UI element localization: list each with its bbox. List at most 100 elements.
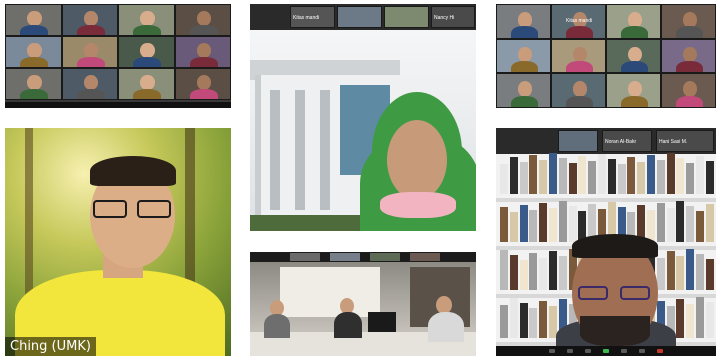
book — [529, 155, 538, 194]
book — [598, 154, 606, 194]
laptop — [368, 312, 396, 332]
video-tile[interactable] — [606, 4, 661, 39]
book — [705, 204, 714, 242]
participant-body — [675, 61, 704, 73]
book — [676, 299, 685, 338]
participant-face — [196, 75, 212, 90]
share-screen-icon[interactable] — [603, 349, 609, 353]
video-tile[interactable] — [61, 4, 118, 36]
book — [539, 203, 548, 242]
video-tile[interactable] — [496, 4, 551, 39]
video-tile[interactable]: Nancy Hi — [431, 6, 475, 28]
book — [519, 303, 528, 338]
thumbnail-strip — [250, 252, 476, 262]
person-2-body — [334, 312, 362, 338]
video-tile[interactable] — [384, 6, 429, 28]
video-tile[interactable] — [174, 4, 231, 36]
book — [500, 305, 508, 338]
video-tile[interactable] — [551, 73, 606, 108]
book — [500, 250, 508, 290]
participant-body — [510, 95, 539, 107]
participant-body — [510, 26, 539, 38]
book — [676, 201, 685, 242]
participant-body — [565, 26, 594, 38]
book — [539, 301, 548, 338]
participant-name: Nancy Hi — [434, 15, 455, 21]
video-tile[interactable] — [118, 36, 175, 68]
book — [705, 302, 714, 338]
participant-face — [682, 81, 697, 97]
book — [558, 201, 567, 242]
chat-icon[interactable] — [621, 349, 627, 353]
video-tile[interactable] — [606, 38, 661, 74]
video-tile[interactable] — [558, 130, 598, 152]
book — [696, 156, 704, 194]
participant-body — [620, 95, 649, 107]
glasses — [93, 200, 173, 218]
video-tile[interactable] — [606, 73, 661, 108]
book — [656, 258, 665, 290]
video-tile[interactable] — [61, 68, 118, 100]
video-tile[interactable] — [661, 4, 716, 39]
participant-face — [83, 43, 99, 58]
video-tile[interactable] — [118, 4, 175, 36]
glasses — [578, 286, 652, 300]
video-icon[interactable] — [567, 349, 573, 353]
record-icon[interactable] — [639, 349, 645, 353]
participant-body — [620, 26, 649, 38]
video-tile[interactable] — [661, 38, 716, 74]
video-tile[interactable] — [496, 73, 551, 108]
leave-icon[interactable] — [657, 349, 663, 353]
participant-face — [140, 75, 155, 90]
book — [588, 161, 597, 194]
participant-face — [627, 11, 642, 28]
book — [549, 251, 557, 290]
book — [549, 208, 557, 242]
book — [500, 207, 508, 242]
participant-face — [572, 81, 587, 97]
video-tile[interactable] — [337, 6, 382, 28]
video-tile[interactable] — [5, 4, 62, 36]
participant-face — [572, 46, 587, 63]
zoom-toolbar — [496, 346, 716, 356]
book — [519, 162, 528, 194]
video-tile[interactable]: Noran Al-Bakr — [602, 130, 652, 152]
book — [627, 157, 636, 194]
video-tile[interactable] — [5, 68, 62, 100]
book — [539, 258, 548, 290]
book — [558, 158, 567, 194]
thumbnail-strip: Noran Al-Bakr Hani Sasi M. — [496, 128, 716, 154]
participant-body — [675, 95, 704, 107]
participant-face — [517, 11, 532, 28]
book — [568, 163, 577, 194]
video-tile[interactable] — [118, 68, 175, 100]
book — [558, 256, 567, 290]
video-tile[interactable]: Hani Sasi M. — [656, 130, 714, 152]
participant-body — [510, 61, 539, 73]
person-1-body — [264, 314, 290, 338]
book — [539, 160, 548, 194]
participant-body — [133, 88, 162, 99]
participant-face — [517, 46, 532, 63]
video-tile[interactable] — [5, 36, 62, 68]
video-tile[interactable] — [174, 68, 231, 100]
speaker-panel-top-middle: Kitas mandi Nancy Hi — [250, 4, 476, 231]
book — [656, 160, 665, 194]
participant-body — [189, 56, 218, 67]
video-tile[interactable]: Kitas mandi — [290, 6, 335, 28]
participant-body — [76, 24, 105, 35]
video-tile[interactable] — [174, 36, 231, 68]
speaker-panel-ching: Ching (UMK) — [5, 128, 231, 356]
book — [696, 297, 704, 338]
participant-face — [196, 11, 212, 26]
participant-face — [627, 81, 642, 97]
video-tile[interactable] — [551, 38, 606, 74]
participant-body — [189, 88, 218, 99]
video-tile[interactable] — [661, 73, 716, 108]
microphone-icon[interactable] — [549, 349, 555, 353]
video-tile[interactable] — [496, 38, 551, 74]
participants-icon[interactable] — [585, 349, 591, 353]
shelf — [496, 153, 716, 202]
video-tile[interactable] — [61, 36, 118, 68]
beard — [580, 316, 650, 346]
